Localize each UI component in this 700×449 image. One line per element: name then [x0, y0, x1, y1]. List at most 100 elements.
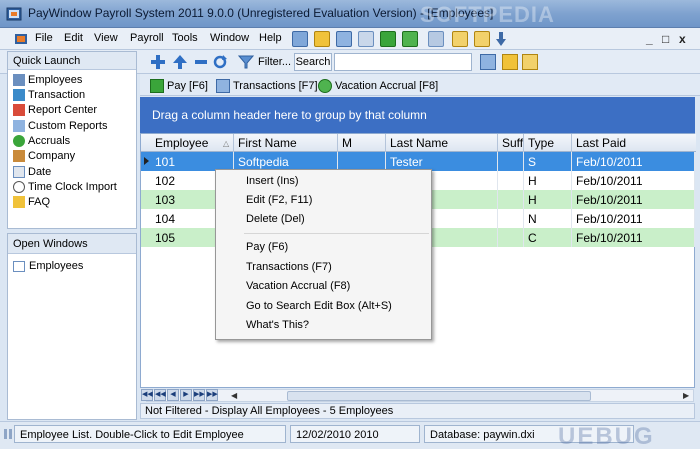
column-middle[interactable]: M [338, 134, 386, 152]
list-toolbar-icon[interactable] [358, 31, 374, 47]
menu-item-vacation-accrual[interactable]: Vacation Accrual (F8) [246, 280, 350, 292]
menu-help[interactable]: Help [259, 32, 282, 44]
cell-last-paid[interactable]: Feb/10/2011 [572, 228, 695, 247]
mdi-close-button[interactable]: x [679, 32, 686, 46]
menu-item-delete[interactable]: Delete (Del) [246, 213, 305, 225]
menu-item-pay[interactable]: Pay (F6) [246, 241, 288, 253]
menu-item-edit[interactable]: Edit (F2, F11) [246, 194, 312, 206]
search-input[interactable] [334, 53, 472, 71]
cell-last-paid[interactable]: Feb/10/2011 [572, 209, 695, 228]
menu-payroll[interactable]: Payroll [130, 32, 164, 44]
menu-edit[interactable]: Edit [64, 32, 83, 44]
menu-window[interactable]: Window [210, 32, 249, 44]
title-bar: PayWindow Payroll System 2011 9.0.0 (Unr… [0, 0, 700, 28]
scroll-right-icon[interactable]: ▶ [683, 391, 689, 400]
quick-launch-employees[interactable]: Employees [13, 72, 82, 87]
cell-type[interactable]: H [524, 171, 572, 190]
first-record-icon[interactable]: ◀◀ [141, 389, 153, 401]
arrow-down-icon[interactable] [496, 31, 506, 47]
quick-launch-date[interactable]: Date [13, 164, 51, 179]
watermark: SOFTPEDIA [420, 2, 555, 27]
window-toolbar-icon[interactable] [428, 31, 444, 47]
mdi-window-icon[interactable] [14, 32, 28, 46]
column-last-paid[interactable]: Last Paid [572, 134, 695, 152]
quick-launch-accruals[interactable]: Accruals [13, 133, 70, 148]
prev-record-icon[interactable]: ◀ [167, 389, 179, 401]
transactions-button[interactable]: Transactions [F7] [216, 77, 318, 94]
pay-button[interactable]: Pay [F6] [150, 77, 208, 94]
cell-suffix[interactable] [498, 190, 524, 209]
mdi-restore-button[interactable]: □ [662, 32, 669, 46]
menu-item-transactions[interactable]: Transactions (F7) [246, 261, 332, 273]
next-record-icon[interactable]: ▶ [180, 389, 192, 401]
last-record-icon[interactable]: ▶▶ [206, 389, 218, 401]
cell-type[interactable]: N [524, 209, 572, 228]
save-toolbar-icon[interactable] [314, 31, 330, 47]
scroll-left-icon[interactable]: ◀ [231, 391, 237, 400]
column-last-name[interactable]: Last Name [386, 134, 498, 152]
quick-launch-report-center[interactable]: Report Center [13, 102, 97, 117]
menu-file[interactable]: File [35, 32, 53, 44]
faq-icon [13, 195, 25, 208]
refresh-icon[interactable] [212, 54, 228, 70]
cell-suffix[interactable] [498, 152, 524, 171]
folder-toolbar-icon[interactable] [452, 31, 468, 47]
cell-last-paid[interactable]: Feb/10/2011 [572, 190, 695, 209]
mdi-minimize-button[interactable]: _ [646, 32, 653, 46]
cell-last-paid[interactable]: Feb/10/2011 [572, 171, 695, 190]
quick-launch-company[interactable]: Company [13, 148, 75, 163]
menu-item-go-to-search[interactable]: Go to Search Edit Box (Alt+S) [246, 300, 392, 312]
column-suffix[interactable]: Suff [498, 134, 524, 152]
menu-item-insert[interactable]: Insert (Ins) [246, 175, 299, 187]
quick-launch-custom-reports[interactable]: Custom Reports [13, 118, 107, 133]
company-icon [13, 149, 25, 162]
column-first-name[interactable]: First Name [234, 134, 338, 152]
book-toolbar-icon[interactable] [502, 54, 518, 70]
column-employee[interactable]: Employee [141, 134, 234, 152]
row-pointer-icon [144, 157, 149, 165]
minus-icon[interactable] [193, 54, 209, 70]
accrual-icon [318, 78, 332, 93]
employees-icon [13, 73, 25, 86]
cell-type[interactable]: S [524, 152, 572, 171]
menu-item-whats-this[interactable]: What's This? [246, 319, 309, 331]
filter-icon[interactable] [238, 54, 254, 70]
filter-info-bar: Not Filtered - Display All Employees - 5… [140, 403, 695, 419]
filter-label[interactable]: Filter... [258, 56, 291, 68]
open-window-employees[interactable]: Employees [13, 260, 83, 272]
open-windows-header: Open Windows [8, 234, 136, 254]
window-icon [13, 260, 25, 272]
report-toolbar-icon[interactable] [336, 31, 352, 47]
employees-toolbar-icon[interactable] [292, 31, 308, 47]
menu-tools[interactable]: Tools [172, 32, 198, 44]
menu-separator [244, 233, 429, 234]
cell-suffix[interactable] [498, 228, 524, 247]
quick-launch-faq[interactable]: FAQ [13, 194, 50, 209]
context-menu: Insert (Ins) Edit (F2, F11) Delete (Del)… [215, 169, 432, 340]
vacation-accrual-button[interactable]: Vacation Accrual [F8] [318, 77, 438, 94]
tools-toolbar-icon[interactable] [522, 54, 538, 70]
transactions-icon [216, 78, 230, 93]
cell-suffix[interactable] [498, 209, 524, 228]
money-toolbar-icon[interactable] [380, 31, 396, 47]
accrual-toolbar-icon[interactable] [402, 31, 418, 47]
prev-page-icon[interactable]: ◀◀ [154, 389, 166, 401]
column-type[interactable]: Type [524, 134, 572, 152]
scrollbar-thumb[interactable] [287, 391, 591, 401]
menu-view[interactable]: View [94, 32, 118, 44]
cell-last-paid[interactable]: Feb/10/2011 [572, 152, 695, 171]
cell-suffix[interactable] [498, 171, 524, 190]
clock-icon [13, 180, 25, 193]
group-by-area[interactable]: Drag a column header here to group by th… [140, 97, 695, 133]
search-button[interactable]: Search [294, 53, 332, 71]
quick-launch-transaction[interactable]: Transaction [13, 87, 85, 102]
arrow-up-icon[interactable] [172, 54, 188, 70]
horizontal-scrollbar[interactable]: ◀ ▶ [146, 389, 694, 402]
cell-type[interactable]: C [524, 228, 572, 247]
folder-open-toolbar-icon[interactable] [474, 31, 490, 47]
print-toolbar-icon[interactable] [480, 54, 496, 70]
next-page-icon[interactable]: ▶▶ [193, 389, 205, 401]
quick-launch-time-clock-import[interactable]: Time Clock Import [13, 179, 117, 194]
cell-type[interactable]: H [524, 190, 572, 209]
add-icon[interactable] [150, 54, 166, 70]
